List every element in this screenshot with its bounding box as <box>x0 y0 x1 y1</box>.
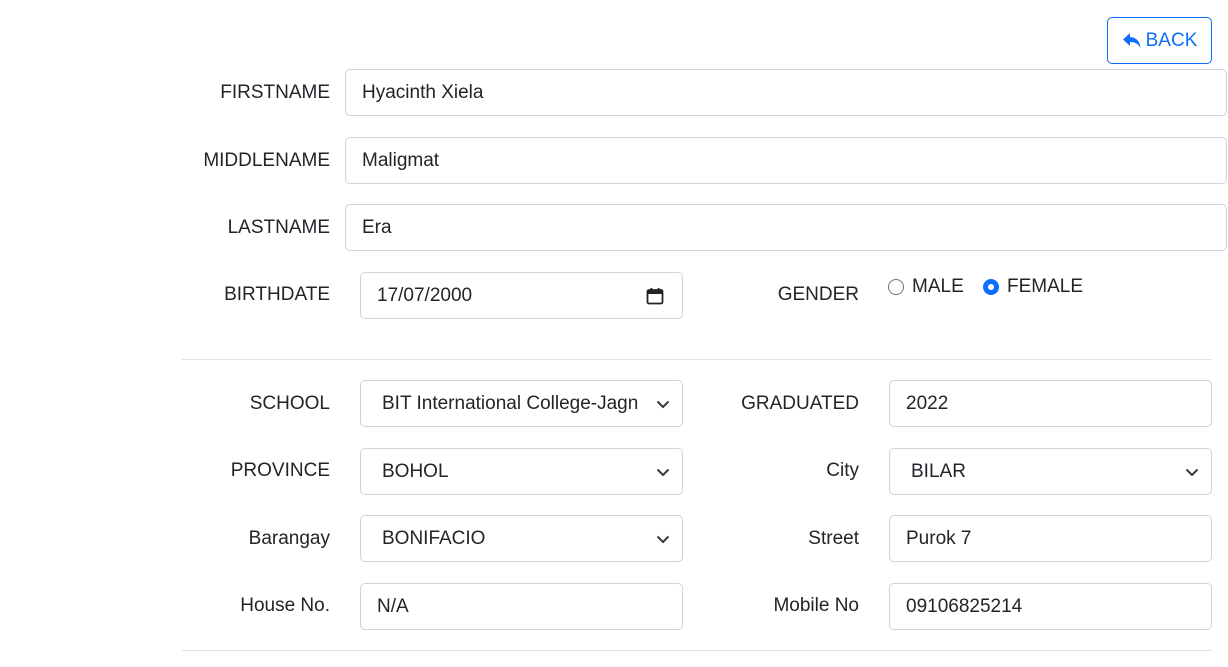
firstname-label: FIRSTNAME <box>220 82 330 103</box>
school-label: SCHOOL <box>249 393 330 414</box>
mobile-no-input[interactable]: 09106825214 <box>889 583 1212 630</box>
province-value: BOHOL <box>382 460 449 482</box>
graduated-input[interactable]: 2022 <box>889 380 1212 427</box>
birthdate-value: 17/07/2000 <box>377 284 473 306</box>
province-label: PROVINCE <box>230 460 330 481</box>
chevron-down-icon <box>656 400 670 408</box>
section-divider <box>182 359 1212 360</box>
house-no-value: N/A <box>377 595 409 617</box>
house-no-label: House No. <box>240 595 330 616</box>
gender-female-label: FEMALE <box>1007 276 1084 297</box>
mobile-no-label: Mobile No <box>773 595 859 616</box>
reply-arrow-icon <box>1122 32 1141 48</box>
gender-male-radio[interactable] <box>888 279 904 295</box>
gender-male-option[interactable]: MALE <box>888 276 964 298</box>
firstname-value: Hyacinth Xiela <box>362 81 484 103</box>
gender-female-radio[interactable] <box>983 279 999 295</box>
birthdate-label: BIRTHDATE <box>224 284 330 305</box>
firstname-input[interactable]: Hyacinth Xiela <box>345 69 1227 116</box>
lastname-value: Era <box>362 216 392 238</box>
birthdate-input[interactable]: 17/07/2000 <box>360 272 683 319</box>
mobile-no-value: 09106825214 <box>906 595 1023 617</box>
middlename-label: MIDDLENAME <box>203 150 330 171</box>
barangay-value: BONIFACIO <box>382 527 486 549</box>
school-select[interactable]: BIT International College-Jagn <box>360 380 683 427</box>
chevron-down-icon <box>1185 468 1199 476</box>
gender-label: GENDER <box>777 284 859 305</box>
gender-female-option[interactable]: FEMALE <box>983 276 1083 298</box>
lastname-label: LASTNAME <box>227 217 330 238</box>
city-label: City <box>826 460 859 481</box>
chevron-down-icon <box>656 535 670 543</box>
graduated-value: 2022 <box>906 392 949 414</box>
barangay-select[interactable]: BONIFACIO <box>360 515 683 562</box>
back-button[interactable]: BACK <box>1107 17 1212 64</box>
street-label: Street <box>808 528 859 549</box>
gender-male-label: MALE <box>912 276 964 297</box>
graduated-label: GRADUATED <box>741 393 859 414</box>
province-select[interactable]: BOHOL <box>360 448 683 495</box>
bottom-divider <box>182 650 1212 651</box>
street-value: Purok 7 <box>906 527 972 549</box>
student-form-page: BACK FIRSTNAME Hyacinth Xiela MIDDLENAME… <box>0 0 1228 667</box>
city-value: BILAR <box>911 460 966 482</box>
calendar-icon[interactable] <box>646 287 664 305</box>
house-no-input[interactable]: N/A <box>360 583 683 630</box>
middlename-value: Maligmat <box>362 149 440 171</box>
school-value: BIT International College-Jagn <box>382 392 639 414</box>
city-select[interactable]: BILAR <box>889 448 1212 495</box>
barangay-label: Barangay <box>248 528 330 549</box>
middlename-input[interactable]: Maligmat <box>345 137 1227 184</box>
chevron-down-icon <box>656 468 670 476</box>
back-button-label: BACK <box>1145 29 1198 51</box>
street-input[interactable]: Purok 7 <box>889 515 1212 562</box>
lastname-input[interactable]: Era <box>345 204 1227 251</box>
